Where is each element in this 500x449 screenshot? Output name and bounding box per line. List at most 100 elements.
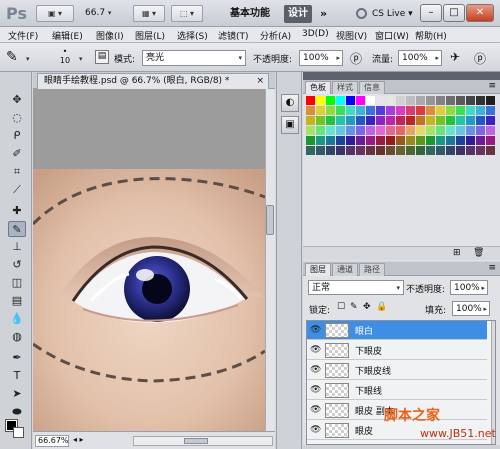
- visibility-eye-icon[interactable]: 👁: [310, 425, 321, 435]
- color-swatch[interactable]: [356, 126, 365, 135]
- quick-select-tool-icon[interactable]: ✐: [8, 146, 26, 162]
- color-swatch[interactable]: [426, 126, 435, 135]
- close-tab-icon[interactable]: ×: [256, 74, 264, 88]
- color-swatch[interactable]: [386, 116, 395, 125]
- menu-help[interactable]: 帮助(H): [415, 29, 447, 42]
- color-swatch[interactable]: [416, 116, 425, 125]
- tab-paths[interactable]: 路径: [359, 263, 385, 276]
- color-swatch[interactable]: [466, 136, 475, 145]
- opacity-input[interactable]: 100% ▸: [299, 50, 343, 66]
- workspace-more[interactable]: »: [320, 4, 327, 24]
- canvas-vertical-scrollbar[interactable]: [265, 89, 275, 431]
- color-swatch[interactable]: [326, 136, 335, 145]
- tab-layers[interactable]: 图层: [305, 263, 331, 276]
- color-swatch[interactable]: [346, 116, 355, 125]
- color-swatch[interactable]: [306, 146, 315, 155]
- new-swatch-icon[interactable]: ⊞: [453, 248, 461, 258]
- color-swatch[interactable]: [476, 96, 485, 105]
- color-swatch[interactable]: [456, 106, 465, 115]
- layer-row[interactable]: 👁 眼白: [307, 321, 487, 340]
- color-swatch[interactable]: [406, 116, 415, 125]
- visibility-eye-icon[interactable]: 👁: [310, 325, 321, 335]
- workspace-design[interactable]: 设计: [284, 5, 312, 23]
- pen-tool-icon[interactable]: ✒: [8, 350, 26, 366]
- color-swatch[interactable]: [336, 106, 345, 115]
- color-swatch[interactable]: [326, 116, 335, 125]
- color-swatch[interactable]: [476, 136, 485, 145]
- lasso-tool-icon[interactable]: ᑭ: [8, 128, 26, 144]
- color-swatch[interactable]: [436, 96, 445, 105]
- dodge-tool-icon[interactable]: ◍: [8, 329, 26, 345]
- color-swatch[interactable]: [336, 116, 345, 125]
- history-brush-tool-icon[interactable]: ↺: [8, 257, 26, 273]
- fill-input[interactable]: 100% ▸: [452, 301, 490, 316]
- color-swatch[interactable]: [436, 116, 445, 125]
- color-swatch[interactable]: [446, 96, 455, 105]
- color-swatch[interactable]: [366, 116, 375, 125]
- color-swatch[interactable]: [486, 106, 495, 115]
- brush-size-dropdown[interactable]: ▾: [79, 55, 83, 63]
- color-swatch[interactable]: [306, 116, 315, 125]
- zoom-select[interactable]: 66.7 ▾: [85, 5, 125, 22]
- bridge-button[interactable]: ▣ ▾: [36, 5, 74, 22]
- type-tool-icon[interactable]: T: [8, 368, 26, 384]
- move-tool-icon[interactable]: ✥: [8, 92, 26, 108]
- view-extras-button[interactable]: ▦ ▾: [133, 5, 165, 22]
- color-swatch[interactable]: [326, 146, 335, 155]
- adjustments-panel-icon[interactable]: ▣: [281, 116, 299, 134]
- color-swatch[interactable]: [466, 96, 475, 105]
- brush-preset-picker[interactable]: • 10: [53, 47, 77, 69]
- lock-all-icon[interactable]: 🔒: [376, 302, 387, 312]
- color-swatch[interactable]: [396, 116, 405, 125]
- ellipse-tool-icon[interactable]: ⬬: [8, 404, 26, 420]
- layer-row[interactable]: 👁 下眼线: [307, 381, 487, 400]
- color-swatch[interactable]: [376, 106, 385, 115]
- close-button[interactable]: ✕: [466, 4, 494, 22]
- color-swatch[interactable]: [336, 126, 345, 135]
- pressure-size-icon[interactable]: ⓟ: [474, 50, 486, 67]
- color-swatch[interactable]: [436, 136, 445, 145]
- canvas-vertical-scroll-thumb[interactable]: [266, 205, 274, 235]
- color-swatch[interactable]: [416, 146, 425, 155]
- color-swatch[interactable]: [306, 126, 315, 135]
- lock-pixels-icon[interactable]: ✎: [350, 302, 358, 312]
- color-swatch[interactable]: [356, 96, 365, 105]
- menu-image[interactable]: 图像(I): [96, 29, 124, 42]
- color-swatch[interactable]: [336, 136, 345, 145]
- color-swatch[interactable]: [336, 96, 345, 105]
- color-swatch[interactable]: [426, 146, 435, 155]
- color-swatch[interactable]: [446, 126, 455, 135]
- color-swatch[interactable]: [446, 116, 455, 125]
- gradient-tool-icon[interactable]: ▤: [8, 293, 26, 309]
- color-swatch[interactable]: [406, 126, 415, 135]
- canvas-area[interactable]: [33, 89, 265, 431]
- airbrush-icon[interactable]: ✈: [450, 50, 460, 64]
- menu-analysis[interactable]: 分析(A): [260, 29, 291, 42]
- color-swatch[interactable]: [456, 146, 465, 155]
- color-swatch[interactable]: [456, 116, 465, 125]
- color-swatch[interactable]: [416, 126, 425, 135]
- visibility-eye-icon[interactable]: 👁: [310, 385, 321, 395]
- color-swatch[interactable]: [346, 136, 355, 145]
- blur-tool-icon[interactable]: 💧: [8, 311, 26, 327]
- canvas-horizontal-scroll-thumb[interactable]: [184, 438, 208, 444]
- zoom-status-input[interactable]: 66.67%: [35, 435, 69, 447]
- color-swatch[interactable]: [316, 146, 325, 155]
- visibility-eye-icon[interactable]: 👁: [310, 365, 321, 375]
- color-swatch[interactable]: [416, 136, 425, 145]
- color-swatch[interactable]: [466, 116, 475, 125]
- color-swatch[interactable]: [346, 96, 355, 105]
- visibility-eye-icon[interactable]: 👁: [310, 345, 321, 355]
- clone-stamp-tool-icon[interactable]: ⊥: [8, 239, 26, 255]
- color-swatch[interactable]: [346, 106, 355, 115]
- color-swatch[interactable]: [386, 96, 395, 105]
- eraser-tool-icon[interactable]: ◫: [8, 275, 26, 291]
- color-swatch[interactable]: [466, 126, 475, 135]
- color-swatch[interactable]: [416, 106, 425, 115]
- color-swatch[interactable]: [406, 146, 415, 155]
- color-swatch[interactable]: [366, 106, 375, 115]
- lock-position-icon[interactable]: ✥: [363, 302, 371, 312]
- crop-tool-icon[interactable]: ⌗: [8, 164, 26, 180]
- color-swatch[interactable]: [336, 146, 345, 155]
- color-swatch[interactable]: [356, 116, 365, 125]
